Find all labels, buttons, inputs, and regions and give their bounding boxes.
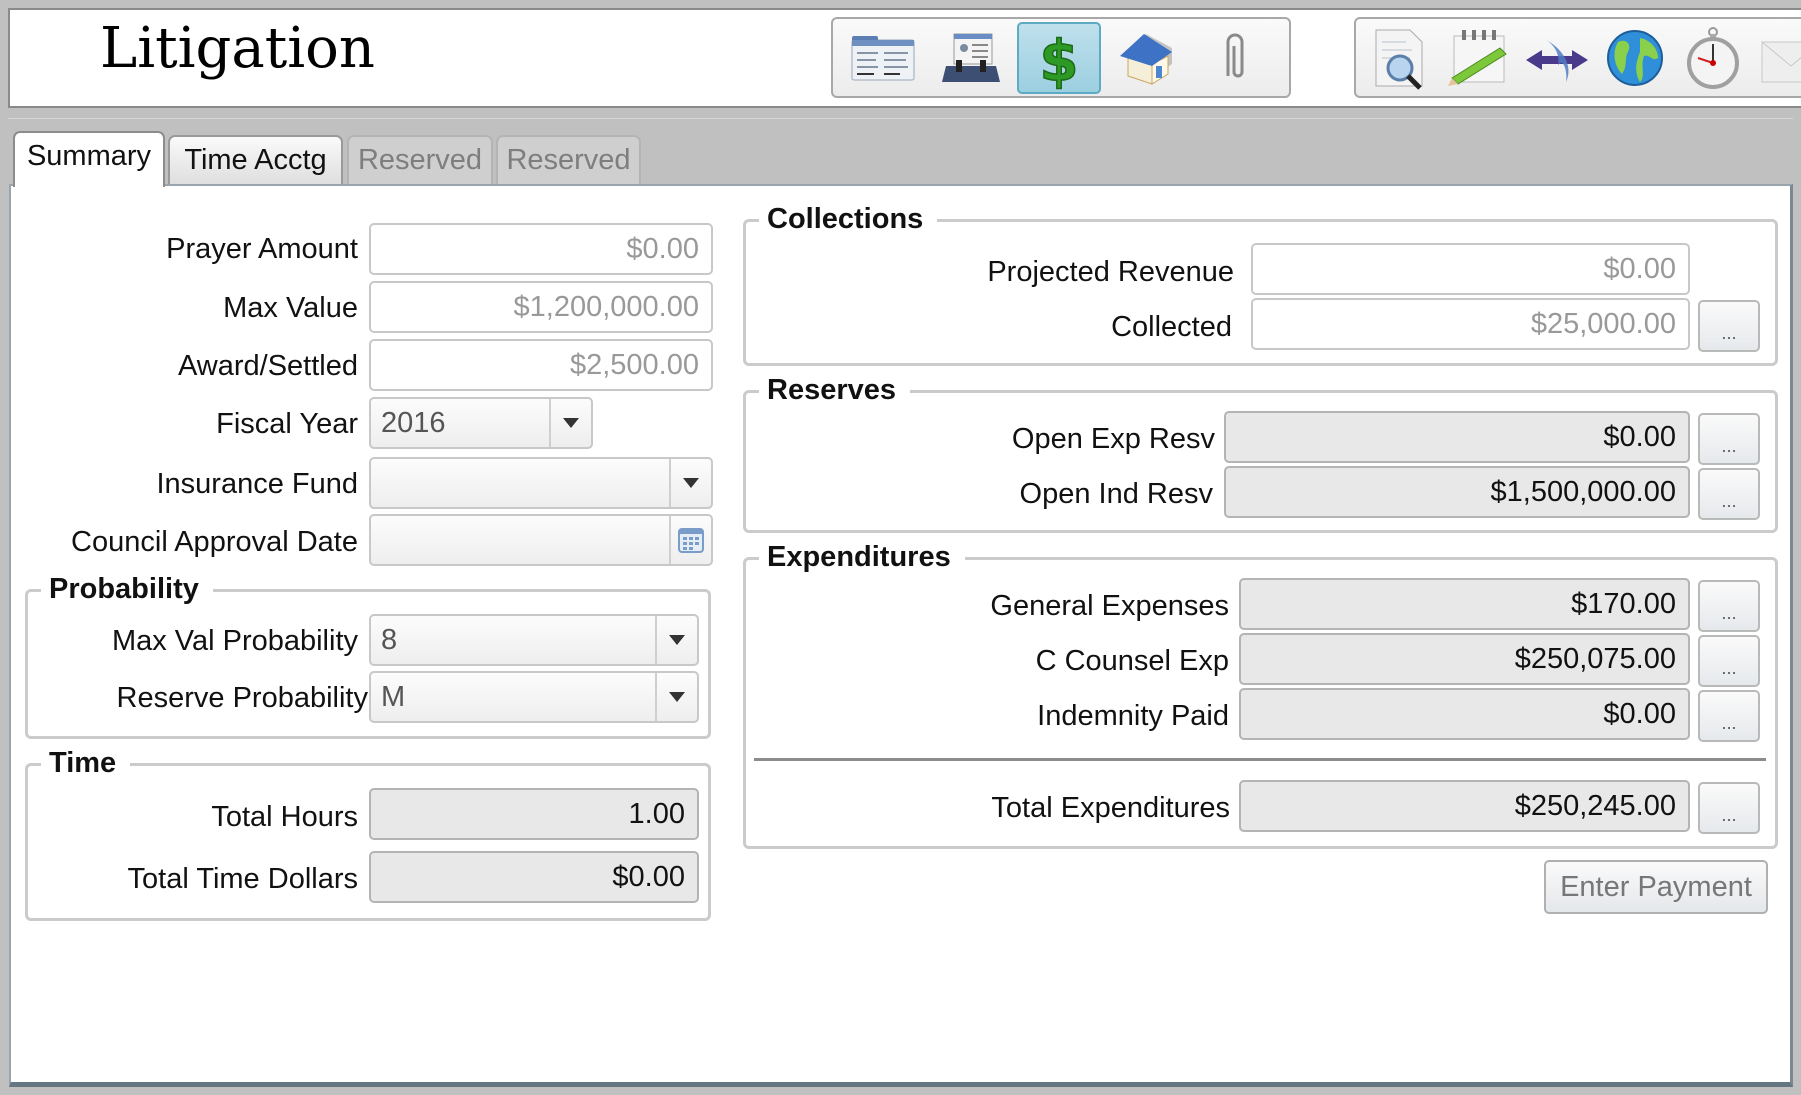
- chevron-down-icon[interactable]: [655, 673, 697, 721]
- council-approval-date-picker[interactable]: [369, 514, 713, 566]
- svg-text:$: $: [1040, 29, 1079, 90]
- page-title: Litigation: [100, 16, 375, 81]
- open-ind-resv-label: Open Ind Resv: [1019, 478, 1213, 510]
- general-expenses-label: General Expenses: [990, 590, 1229, 622]
- general-expenses-value: $170.00: [1239, 578, 1690, 630]
- total-time-dollars-label: Total Time Dollars: [127, 863, 358, 895]
- max-val-probability-value: 8: [381, 624, 398, 656]
- envelope-icon: [1761, 41, 1801, 82]
- max-value-label: Max Value: [223, 292, 358, 324]
- primary-toolbar: $: [831, 17, 1291, 98]
- reserves-group-title: Reserves: [759, 372, 910, 408]
- insurance-fund-label: Insurance Fund: [156, 468, 358, 500]
- award-settled-label: Award/Settled: [177, 350, 358, 382]
- calendar-icon: [678, 528, 704, 553]
- fiscal-year-value: 2016: [381, 407, 446, 439]
- probability-group-title: Probability: [41, 571, 213, 607]
- email-button[interactable]: [1754, 22, 1801, 94]
- chevron-down-icon[interactable]: [655, 616, 697, 664]
- council-approval-date-label: Council Approval Date: [71, 526, 358, 558]
- collections-group-title: Collections: [759, 201, 938, 237]
- collected-label: Collected: [1111, 311, 1232, 343]
- prayer-amount-label: Prayer Amount: [166, 233, 358, 265]
- open-ind-resv-value: $1,500,000.00: [1224, 466, 1690, 518]
- max-value-input[interactable]: $1,200,000.00: [369, 281, 713, 333]
- projected-revenue-input[interactable]: $0.00: [1251, 243, 1690, 295]
- transfer-button[interactable]: [1520, 22, 1594, 94]
- claim-details-button[interactable]: [841, 22, 925, 94]
- open-exp-resv-label: Open Exp Resv: [1011, 423, 1215, 455]
- c-counsel-exp-value: $250,075.00: [1239, 633, 1690, 685]
- open-exp-resv-value: $0.00: [1224, 411, 1690, 463]
- prayer-amount-input[interactable]: $0.00: [369, 223, 713, 275]
- c-counsel-exp-details-button[interactable]: ...: [1698, 635, 1760, 687]
- total-expenditures-label: Total Expenditures: [991, 792, 1230, 824]
- indemnity-paid-label: Indemnity Paid: [1037, 700, 1229, 732]
- general-expenses-details-button[interactable]: ...: [1698, 580, 1760, 632]
- time-group-title: Time: [41, 745, 131, 781]
- property-button[interactable]: [1105, 22, 1189, 94]
- indemnity-paid-details-button[interactable]: ...: [1698, 690, 1760, 742]
- expenditures-group-title: Expenditures: [759, 539, 965, 575]
- chevron-down-icon[interactable]: [549, 399, 591, 447]
- collected-input[interactable]: $25,000.00: [1251, 298, 1690, 350]
- reserve-probability-label: Reserve Probability: [116, 682, 368, 714]
- financials-button[interactable]: $: [1017, 21, 1101, 94]
- expenditures-separator: [754, 758, 1766, 761]
- indemnity-paid-value: $0.00: [1239, 688, 1690, 740]
- paperclip-icon: [1226, 33, 1244, 77]
- timer-button[interactable]: [1676, 22, 1750, 94]
- reserve-probability-value: M: [381, 681, 406, 713]
- document-search-button[interactable]: [1364, 22, 1438, 94]
- attachments-button[interactable]: [1193, 22, 1277, 94]
- enter-payment-button[interactable]: Enter Payment: [1544, 860, 1768, 914]
- max-val-probability-label: Max Val Probability: [111, 625, 358, 657]
- total-hours-value: 1.00: [369, 788, 699, 840]
- folder-form-icon: [851, 35, 915, 80]
- dollar-icon: $: [1039, 28, 1079, 90]
- swap-arrows-icon: [1526, 39, 1588, 82]
- reserve-probability-dropdown[interactable]: M: [369, 671, 699, 723]
- total-hours-label: Total Hours: [211, 801, 358, 833]
- notepad-pencil-icon: [1448, 29, 1507, 86]
- projected-revenue-label: Projected Revenue: [987, 256, 1234, 288]
- c-counsel-exp-label: C Counsel Exp: [1035, 645, 1229, 677]
- open-exp-resv-details-button[interactable]: ...: [1698, 413, 1760, 465]
- stopwatch-icon: [1687, 26, 1739, 89]
- rolodex-contact-icon: [942, 33, 1000, 82]
- calendar-button[interactable]: [669, 516, 711, 564]
- globe-icon: [1607, 29, 1663, 86]
- open-ind-resv-details-button[interactable]: ...: [1698, 468, 1760, 520]
- insurance-fund-dropdown[interactable]: [369, 457, 713, 509]
- fiscal-year-dropdown[interactable]: 2016: [369, 397, 593, 449]
- tab-reserved-2: Reserved: [496, 135, 641, 185]
- max-val-probability-dropdown[interactable]: 8: [369, 614, 699, 666]
- total-expenditures-value: $250,245.00: [1239, 780, 1690, 832]
- tab-reserved-1: Reserved: [347, 135, 493, 185]
- web-button[interactable]: [1598, 22, 1672, 94]
- total-expenditures-details-button[interactable]: ...: [1698, 782, 1760, 834]
- document-search-icon: [1375, 29, 1423, 90]
- contacts-button[interactable]: [929, 22, 1013, 94]
- secondary-toolbar: [1354, 17, 1801, 98]
- chevron-down-icon[interactable]: [669, 459, 711, 507]
- tab-time-acctg[interactable]: Time Acctg: [168, 135, 343, 185]
- total-time-dollars-value: $0.00: [369, 851, 699, 903]
- fiscal-year-label: Fiscal Year: [216, 408, 358, 440]
- tab-summary[interactable]: Summary: [13, 131, 165, 187]
- notes-button[interactable]: [1442, 22, 1516, 94]
- house-icon: [1120, 33, 1172, 85]
- award-settled-input[interactable]: $2,500.00: [369, 339, 713, 391]
- header-divider: [8, 118, 1793, 119]
- collected-details-button[interactable]: ...: [1698, 300, 1760, 352]
